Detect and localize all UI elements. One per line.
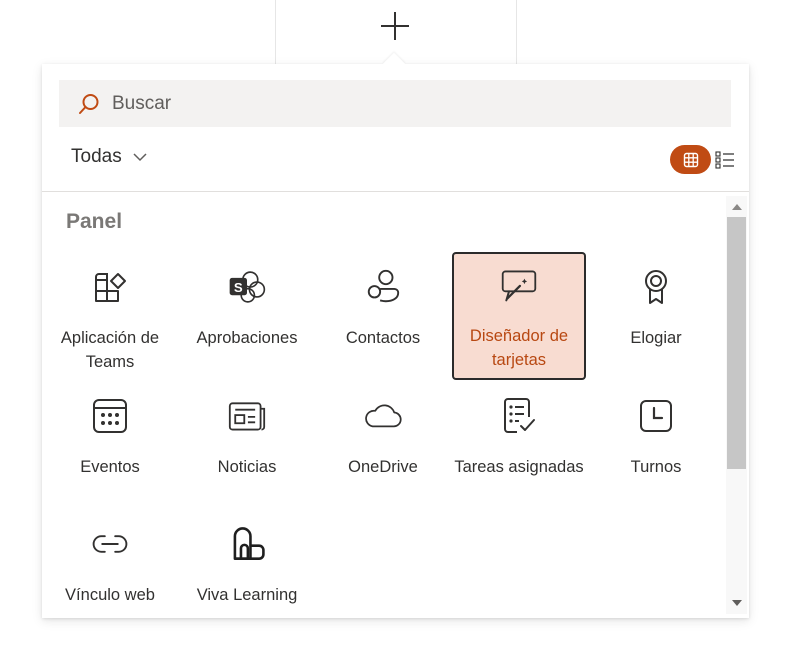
- tile-events[interactable]: Eventos: [43, 383, 177, 509]
- scroll-down-arrow[interactable]: [730, 596, 743, 610]
- contacts-icon: [367, 269, 400, 303]
- category-filter-label: Todas: [71, 146, 122, 167]
- tile-label: Eventos: [80, 458, 140, 476]
- tile-label: Noticias: [217, 458, 277, 476]
- tile-viva-learning[interactable]: Viva Learning: [180, 511, 314, 637]
- praise-icon: [645, 270, 667, 304]
- list-icon: [715, 151, 734, 169]
- tile-teams-app[interactable]: Aplicación de Teams: [43, 254, 177, 380]
- triangle-down-icon: [731, 600, 742, 606]
- header-divider: [42, 191, 749, 192]
- tile-praise[interactable]: Elogiar: [589, 254, 723, 380]
- section-title: Panel: [66, 210, 123, 233]
- triangle-up-icon: [731, 204, 742, 210]
- search-box[interactable]: [59, 80, 731, 127]
- onedrive-icon: [365, 404, 402, 428]
- tile-news[interactable]: Noticias: [180, 383, 314, 509]
- tile-shifts[interactable]: Turnos: [589, 383, 723, 509]
- tile-onedrive[interactable]: OneDrive: [316, 383, 450, 509]
- tile-assigned-tasks[interactable]: Tareas asignadas: [452, 383, 586, 509]
- assigned-tasks-icon: [504, 398, 535, 433]
- plus-icon: [381, 12, 409, 40]
- tile-label: Elogiar: [630, 329, 682, 347]
- toolbox-stage: Todas Panel Aplicación de Teams: [0, 0, 798, 665]
- scroll-up-arrow[interactable]: [730, 200, 743, 214]
- search-input[interactable]: [112, 92, 672, 115]
- grid-icon: [683, 152, 698, 167]
- approvals-icon: S: [229, 271, 266, 303]
- category-filter-dropdown[interactable]: Todas: [71, 143, 147, 171]
- tile-label: Tareas asignadas: [454, 458, 584, 476]
- tile-label: OneDrive: [348, 458, 418, 476]
- list-view-toggle[interactable]: [714, 149, 736, 171]
- tile-label: Contactos: [345, 329, 421, 347]
- scrollbar-thumb[interactable]: [727, 217, 746, 469]
- chevron-down-icon: [133, 153, 147, 162]
- teams-app-icon: [95, 273, 126, 302]
- card-designer-icon: [501, 270, 537, 302]
- add-webpart-button[interactable]: [377, 8, 413, 44]
- grid-view-toggle[interactable]: [670, 145, 711, 174]
- tile-approvals[interactable]: S Aprobaciones: [180, 254, 314, 380]
- svg-text:S: S: [234, 280, 243, 295]
- viva-learning-icon: [233, 527, 265, 560]
- tile-label: Aplicación de Teams: [60, 329, 160, 371]
- tile-web-link[interactable]: Vínculo web: [43, 511, 177, 637]
- shifts-icon: [640, 400, 672, 432]
- tile-label: Viva Learning: [196, 586, 298, 604]
- events-icon: [93, 399, 127, 433]
- tile-label: Diseñador de tarjetas: [469, 327, 569, 369]
- search-icon: [79, 93, 99, 114]
- tile-label: Turnos: [630, 458, 682, 476]
- vertical-scrollbar[interactable]: [726, 196, 747, 614]
- news-icon: [228, 402, 266, 431]
- tile-label: Aprobaciones: [196, 329, 298, 347]
- tile-contacts[interactable]: Contactos: [316, 254, 450, 380]
- tile-label: Vínculo web: [65, 586, 155, 604]
- tile-card-designer[interactable]: Diseñador de tarjetas: [452, 252, 586, 380]
- web-link-icon: [92, 535, 128, 553]
